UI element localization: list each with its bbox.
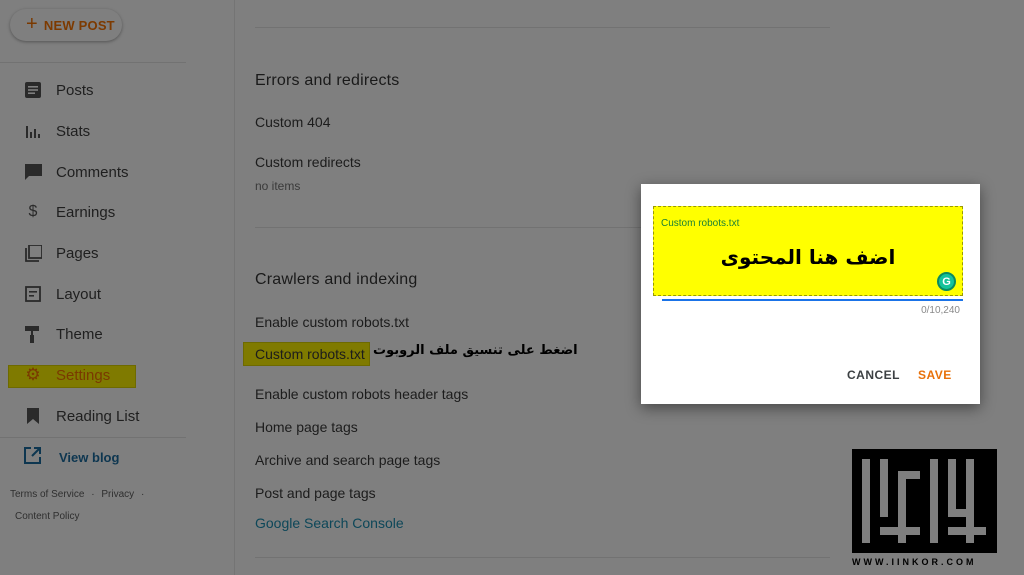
google-search-console-link[interactable]: Google Search Console: [255, 515, 404, 531]
sidebar-item-label: Posts: [56, 81, 94, 99]
custom-404-setting[interactable]: Custom 404: [255, 114, 330, 130]
sidebar-item-stats[interactable]: Stats: [24, 119, 90, 143]
robots-textarea[interactable]: Custom robots.txt اضف هنا المحتوى G: [653, 206, 963, 296]
custom-redirects-value: no items: [255, 179, 301, 193]
cancel-button[interactable]: CANCEL: [847, 368, 900, 382]
posts-icon: [24, 81, 42, 99]
sidebar-divider: [0, 437, 186, 438]
sidebar-item-pages[interactable]: Pages: [24, 241, 99, 265]
custom-robots-annotation: اضغط على تنسيق ملف الروبوت: [373, 343, 578, 358]
content-policy-link[interactable]: Content Policy: [15, 511, 79, 522]
sidebar-item-reading-list[interactable]: Reading List: [24, 404, 139, 428]
sidebar: + NEW POST Posts Stats Comments $ Earnin…: [0, 0, 235, 575]
sidebar-item-label: Theme: [56, 325, 103, 343]
section-divider: [255, 557, 830, 558]
sidebar-item-label: Earnings: [56, 203, 116, 221]
grammarly-glyph: G: [942, 275, 951, 288]
custom-redirects-setting[interactable]: Custom redirects: [255, 154, 361, 170]
theme-roller-icon: [24, 325, 42, 343]
grammarly-icon[interactable]: G: [937, 272, 956, 291]
home-page-tags-setting[interactable]: Home page tags: [255, 419, 358, 435]
layout-icon: [24, 285, 42, 303]
new-post-button[interactable]: + NEW POST: [10, 9, 122, 41]
pages-icon: [24, 244, 42, 262]
comments-icon: [24, 163, 42, 181]
sidebar-item-settings[interactable]: ⚙ Settings: [24, 363, 110, 387]
bookmark-icon: [24, 407, 42, 425]
footer-links: Terms of Service · Privacy · Content Pol…: [10, 484, 148, 528]
sidebar-item-comments[interactable]: Comments: [24, 160, 129, 184]
char-counter: 0/10,240: [921, 305, 960, 316]
gear-icon: ⚙: [25, 365, 41, 384]
save-button[interactable]: SAVE: [918, 368, 952, 382]
sidebar-item-label: Settings: [56, 366, 111, 384]
enable-robots-header-setting[interactable]: Enable custom robots header tags: [255, 386, 468, 402]
errors-section-title: Errors and redirects: [255, 72, 400, 89]
sidebar-item-label: Reading List: [56, 407, 140, 425]
open-in-new-icon: [24, 447, 41, 467]
stats-icon: [24, 122, 42, 140]
new-post-label: NEW POST: [43, 17, 115, 33]
sidebar-item-label: Comments: [56, 163, 129, 181]
robots-field-content: اضف هنا المحتوى: [720, 245, 896, 269]
robots-field-label: Custom robots.txt: [661, 218, 740, 229]
sidebar-item-layout[interactable]: Layout: [24, 282, 101, 306]
sidebar-item-label: Stats: [56, 122, 91, 140]
archive-search-tags-setting[interactable]: Archive and search page tags: [255, 452, 440, 468]
terms-link[interactable]: Terms of Service: [10, 489, 84, 500]
plus-icon: +: [26, 13, 38, 35]
dollar-icon: $: [28, 203, 38, 220]
privacy-link[interactable]: Privacy: [101, 489, 134, 500]
view-blog-link[interactable]: View blog: [24, 447, 119, 467]
sidebar-item-earnings[interactable]: $ Earnings: [24, 200, 116, 224]
footer-separator: ·: [140, 489, 145, 500]
crawlers-section-title: Crawlers and indexing: [255, 271, 418, 288]
post-page-tags-setting[interactable]: Post and page tags: [255, 485, 376, 501]
sidebar-divider: [0, 62, 186, 63]
sidebar-item-label: Pages: [56, 244, 99, 262]
sidebar-item-label: Layout: [56, 285, 102, 303]
watermark-url: WWW.IINKOR.COM: [852, 557, 977, 567]
footer-separator: ·: [91, 489, 95, 500]
sidebar-item-theme[interactable]: Theme: [24, 322, 103, 346]
sidebar-item-posts[interactable]: Posts: [24, 78, 94, 102]
enable-robots-setting[interactable]: Enable custom robots.txt: [255, 314, 409, 330]
custom-robots-dialog: Custom robots.txt اضف هنا المحتوى G 0/10…: [641, 184, 980, 404]
textarea-underline: [662, 299, 963, 301]
view-blog-label: View blog: [59, 449, 120, 465]
custom-robots-setting[interactable]: Custom robots.txt: [255, 346, 365, 362]
section-divider: [255, 27, 830, 28]
